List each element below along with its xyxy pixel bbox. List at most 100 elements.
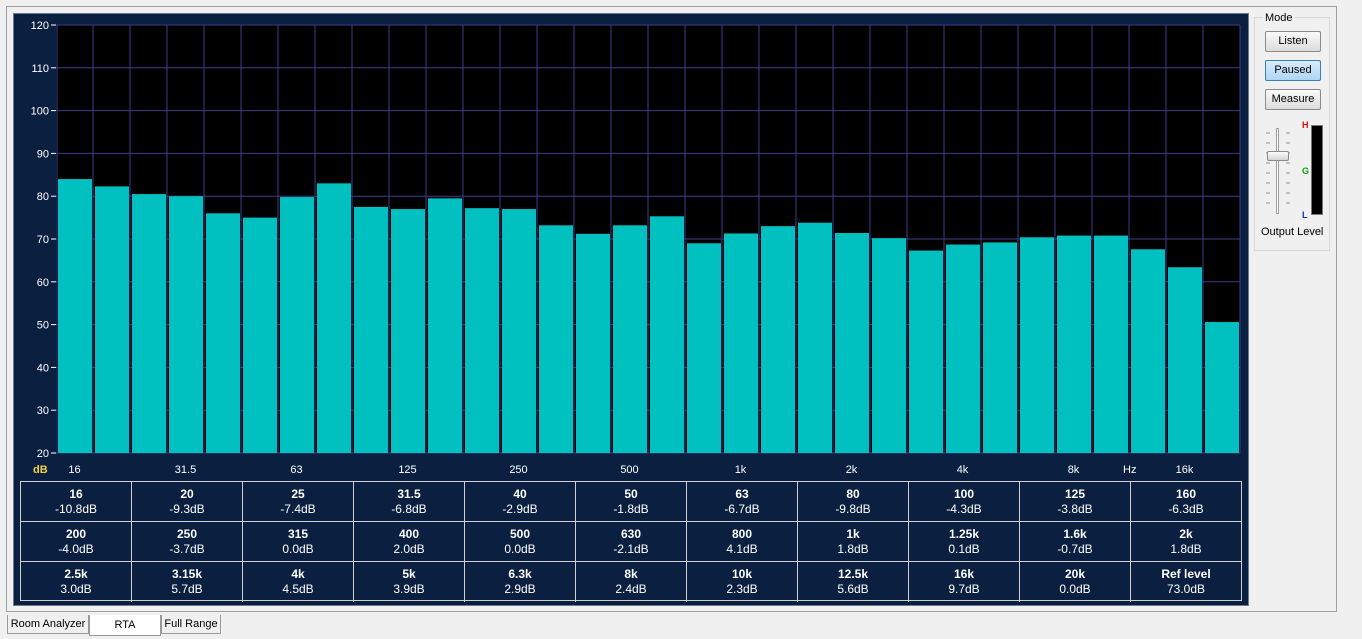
eq-band-gain: 2.3dB — [726, 582, 758, 596]
eq-band-frequency: Ref level — [1161, 567, 1211, 581]
eq-table-row: 200 -4.0dB 250 -3.7dB 315 0.0dB 400 2.0dB 500 0.0… — [21, 522, 1241, 562]
rta-bar — [465, 208, 499, 453]
meter-good-label: G — [1302, 166, 1310, 176]
eq-table-cell: 25 -7.4dB — [243, 482, 354, 522]
eq-table-cell: 1k 1.8dB — [798, 522, 909, 562]
eq-band-frequency: 80 — [846, 486, 860, 501]
measure-button[interactable]: Measure — [1265, 89, 1321, 110]
eq-band-frequency: 1.25k — [948, 526, 980, 541]
eq-band-frequency: 4k — [291, 567, 305, 581]
eq-table-cell: 16 -10.8dB — [21, 482, 132, 522]
rta-bar — [1131, 249, 1165, 453]
eq-table-cell: 63 -6.7dB — [687, 482, 798, 522]
eq-table-cell: 20k 0.0dB — [1020, 562, 1131, 602]
x-tick-label: 1k — [735, 464, 747, 476]
eq-table-cell: 16k 9.7dB — [909, 562, 1020, 602]
y-tick-label: 100 — [31, 106, 49, 118]
eq-band-gain: -3.8dB — [1057, 501, 1093, 516]
eq-table-cell: 3.15k 5.7dB — [132, 562, 243, 602]
eq-band-gain: -6.8dB — [391, 501, 427, 516]
tab-room-analyzer[interactable]: Room Analyzer — [7, 615, 89, 634]
x-tick-label: 31.5 — [175, 464, 196, 476]
y-tick-label: 50 — [37, 320, 49, 332]
rta-bar — [650, 216, 684, 453]
rta-bar — [687, 243, 721, 453]
eq-band-frequency: 630 — [620, 526, 642, 541]
x-unit-label: Hz — [1123, 464, 1136, 476]
rta-bar — [1205, 322, 1239, 453]
eq-table-cell: 100 -4.3dB — [909, 482, 1020, 522]
eq-table-cell: 200 -4.0dB — [21, 522, 132, 562]
listen-button[interactable]: Listen — [1265, 31, 1321, 52]
eq-table-cell: 5k 3.9dB — [354, 562, 465, 602]
x-tick-label: 16k — [1176, 464, 1194, 476]
meter-high-label: H — [1302, 120, 1309, 130]
eq-band-gain: 9.7dB — [948, 582, 980, 596]
rta-bar — [946, 244, 980, 453]
eq-table-row: 2.5k 3.0dB 3.15k 5.7dB 4k 4.5dB 5k 3.9dB 6.3k 2.9… — [21, 562, 1241, 602]
eq-band-gain: -9.3dB — [169, 501, 205, 516]
eq-table-cell: 250 -3.7dB — [132, 522, 243, 562]
eq-band-gain: 4.5dB — [282, 582, 314, 596]
eq-table-cell: 315 0.0dB — [243, 522, 354, 562]
x-tick-label: 500 — [620, 464, 638, 476]
eq-table-cell: 8k 2.4dB — [576, 562, 687, 602]
rta-bar — [983, 242, 1017, 453]
eq-band-frequency: 315 — [287, 526, 309, 541]
x-tick-label: 63 — [290, 464, 302, 476]
eq-band-gain: 5.6dB — [837, 582, 869, 596]
y-tick-label: 40 — [37, 362, 49, 374]
mode-title: Mode — [1263, 12, 1295, 24]
eq-table-cell: 4k 4.5dB — [243, 562, 354, 602]
eq-band-frequency: 40 — [513, 486, 527, 501]
tab-full-range[interactable]: Full Range — [161, 615, 221, 634]
eq-table-cell: 1.6k -0.7dB — [1020, 522, 1131, 562]
x-tick-label: 2k — [846, 464, 858, 476]
eq-table-cell: 10k 2.3dB — [687, 562, 798, 602]
rta-bar — [1020, 237, 1054, 453]
rta-bar — [539, 225, 573, 453]
eq-band-gain: -2.1dB — [613, 541, 649, 556]
eq-table-cell: 800 4.1dB — [687, 522, 798, 562]
eq-band-frequency: 63 — [735, 486, 749, 501]
meter-low-label: L — [1302, 210, 1308, 220]
eq-band-gain: 2.9dB — [504, 582, 536, 596]
rta-bar — [317, 183, 351, 454]
rta-bar — [1094, 235, 1128, 453]
eq-band-gain: 4.1dB — [726, 541, 758, 556]
eq-table-row: 16 -10.8dB 20 -9.3dB 25 -7.4dB 31.5 -6.8dB 40 -2.… — [21, 482, 1241, 522]
eq-band-frequency: 10k — [731, 567, 753, 581]
eq-table-cell: 500 0.0dB — [465, 522, 576, 562]
x-tick-label: 16 — [68, 464, 80, 476]
eq-band-gain: -10.8dB — [54, 501, 98, 516]
eq-band-gain: 0.0dB — [1059, 582, 1091, 596]
eq-band-frequency: 6.3k — [508, 567, 532, 581]
eq-band-gain: 0.0dB — [282, 541, 314, 556]
output-level-slider-track[interactable] — [1276, 128, 1279, 214]
eq-band-frequency: 1.6k — [1063, 526, 1087, 541]
eq-band-gain: 73.0dB — [1166, 582, 1206, 596]
rta-bar — [58, 179, 92, 453]
eq-band-gain: 0.0dB — [504, 541, 536, 556]
tab-rta[interactable]: RTA — [89, 615, 161, 636]
eq-band-frequency: 20k — [1064, 567, 1086, 581]
rta-bar — [354, 206, 388, 453]
eq-band-frequency: 125 — [1064, 486, 1086, 501]
eq-table-cell: 31.5 -6.8dB — [354, 482, 465, 522]
eq-band-frequency: 400 — [398, 526, 420, 541]
rta-bar — [798, 222, 832, 453]
y-tick-label: 90 — [37, 148, 49, 160]
output-level-slider-thumb[interactable] — [1267, 150, 1289, 161]
paused-button[interactable]: Paused — [1265, 60, 1321, 81]
rta-bar — [613, 225, 647, 453]
eq-table-cell: 80 -9.8dB — [798, 482, 909, 522]
eq-band-gain: -7.4dB — [280, 501, 316, 516]
level-meter — [1311, 125, 1323, 215]
rta-chart: 20 30 40 50 60 70 80 90 100 110 120 16 31.5 63 125 250… — [31, 20, 1241, 476]
eq-correction-table: 16 -10.8dB 20 -9.3dB 25 -7.4dB 31.5 -6.8dB 40 -2.… — [20, 481, 1242, 602]
eq-table-cell: 12.5k 5.6dB — [798, 562, 909, 602]
y-tick-label: 120 — [31, 20, 49, 32]
y-tick-label: 80 — [37, 191, 49, 203]
rta-bar — [724, 233, 758, 453]
x-axis-ticks: 16 31.5 63 125 250 500 1k 2k 4k 8k 16k — [68, 464, 1193, 476]
